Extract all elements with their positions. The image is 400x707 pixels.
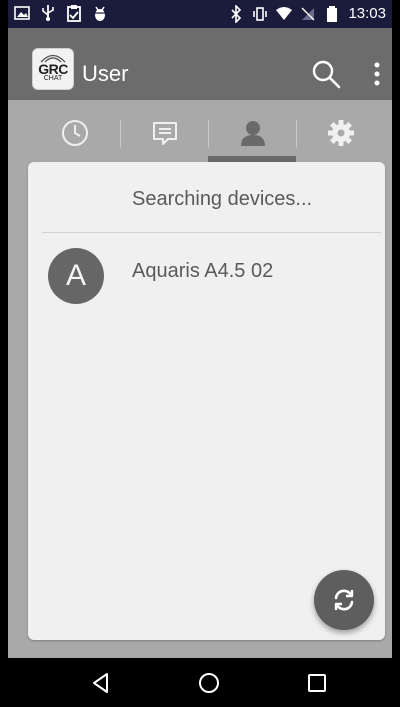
tab-history[interactable] xyxy=(30,100,120,162)
device-list-card: Searching devices... A Aquaris A4.5 02 xyxy=(28,162,385,640)
gear-icon xyxy=(328,120,354,146)
tab-users[interactable] xyxy=(208,100,298,162)
status-left-icons xyxy=(14,4,108,22)
vibrate-icon xyxy=(253,7,268,21)
system-nav-bar xyxy=(8,658,392,707)
chat-icon xyxy=(153,122,177,145)
device-name: Aquaris A4.5 02 xyxy=(132,260,274,282)
clock-icon xyxy=(62,120,88,146)
status-right-icons: 13:03 xyxy=(228,4,386,24)
no-sim-icon xyxy=(301,7,315,21)
tab-bar xyxy=(8,100,392,162)
app-logo: GRC CHAT xyxy=(32,48,74,90)
clipboard-icon xyxy=(67,5,81,22)
searching-status-text: Searching devices... xyxy=(132,188,313,210)
app-bar: GRC CHAT User xyxy=(8,28,392,100)
tab-chats[interactable] xyxy=(120,100,210,162)
back-icon[interactable] xyxy=(88,670,114,696)
battery-icon xyxy=(327,6,338,22)
image-icon xyxy=(14,6,30,20)
refresh-button[interactable] xyxy=(314,570,374,630)
usb-icon xyxy=(42,5,54,21)
bluetooth-icon xyxy=(231,5,242,23)
list-divider xyxy=(42,232,381,233)
page-title: User xyxy=(82,61,129,86)
refresh-icon xyxy=(334,589,354,611)
tab-settings[interactable] xyxy=(296,100,386,162)
avatar: A xyxy=(48,248,104,304)
app-frame: 13:03 GRC CHAT User Searching devices...… xyxy=(8,0,392,707)
status-time: 13:03 xyxy=(348,5,386,22)
device-list-item[interactable]: A Aquaris A4.5 02 xyxy=(28,240,385,304)
home-icon[interactable] xyxy=(196,670,222,696)
more-vertical-icon[interactable] xyxy=(370,60,384,88)
user-icon xyxy=(241,121,265,146)
logo-subtext: CHAT xyxy=(43,75,63,82)
search-icon[interactable] xyxy=(310,58,342,90)
android-debug-icon xyxy=(95,6,105,21)
recents-icon[interactable] xyxy=(304,670,330,696)
wifi-icon xyxy=(276,7,293,20)
status-bar: 13:03 xyxy=(8,0,392,28)
